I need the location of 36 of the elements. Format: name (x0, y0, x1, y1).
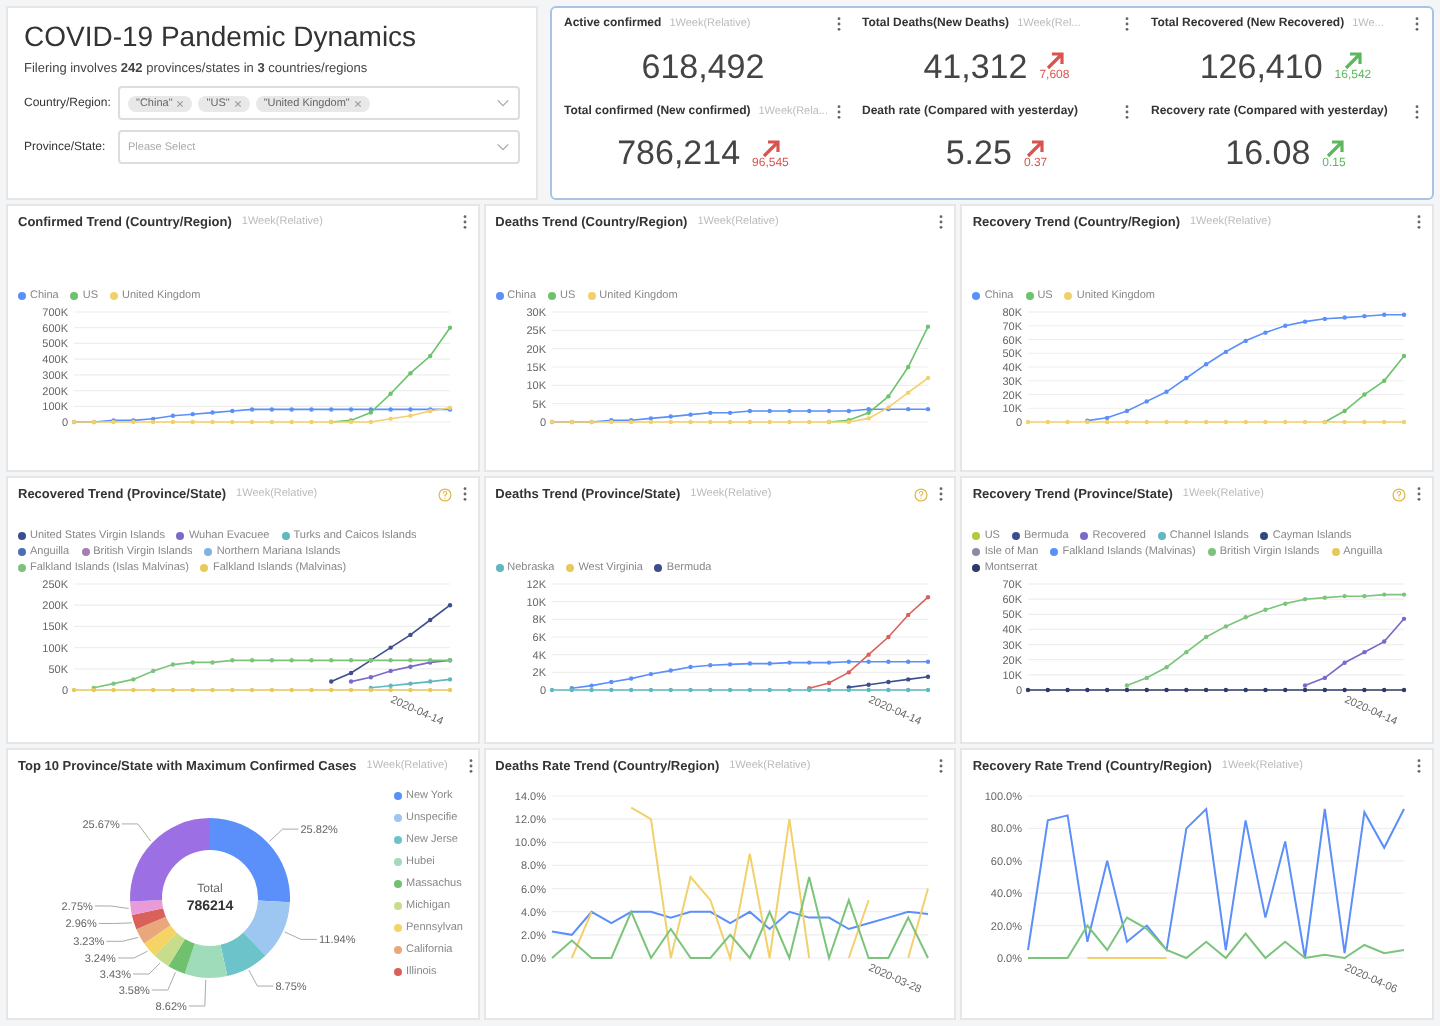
arrow-up-right-icon (1045, 52, 1064, 71)
leader-line (248, 969, 274, 987)
stat-value: 16.08 (1225, 134, 1311, 175)
more-icon[interactable] (1124, 103, 1131, 119)
more-icon[interactable] (938, 486, 945, 502)
leader-line (98, 922, 133, 924)
stat-value: 618,492 (641, 47, 765, 88)
more-icon[interactable] (461, 214, 468, 230)
more-icon[interactable] (1416, 486, 1422, 502)
arrow-up-right-icon (1026, 139, 1045, 158)
stat-value: 5.25 (945, 134, 1012, 175)
leader-line (117, 950, 149, 959)
more-icon[interactable] (1416, 758, 1422, 774)
dashboard-title: COVID-19 Pandemic Dynamics (24, 20, 419, 52)
more-icon[interactable] (938, 758, 945, 774)
more-icon[interactable] (938, 214, 945, 230)
leader-line (94, 905, 130, 909)
arrow-up-right-icon (761, 139, 780, 158)
stat-value: 786,214 (617, 134, 741, 175)
arrow-up-right-icon (1343, 52, 1362, 71)
stat-value: 126,410 (1199, 47, 1323, 88)
more-icon[interactable] (835, 16, 842, 32)
more-icon[interactable] (835, 103, 842, 119)
arrow-up-right-icon (1325, 139, 1344, 158)
more-icon[interactable] (1414, 103, 1420, 119)
leader-line (188, 979, 207, 1007)
leader-line (105, 937, 139, 942)
more-icon[interactable] (1414, 16, 1420, 32)
more-icon[interactable] (461, 486, 468, 502)
leader-line (284, 931, 318, 940)
stat-value: 41,312 (923, 47, 1028, 88)
more-icon[interactable] (1416, 214, 1422, 230)
more-icon[interactable] (1124, 16, 1131, 32)
more-icon[interactable] (467, 758, 474, 774)
leader-line (121, 823, 152, 842)
leader-line (268, 828, 299, 843)
